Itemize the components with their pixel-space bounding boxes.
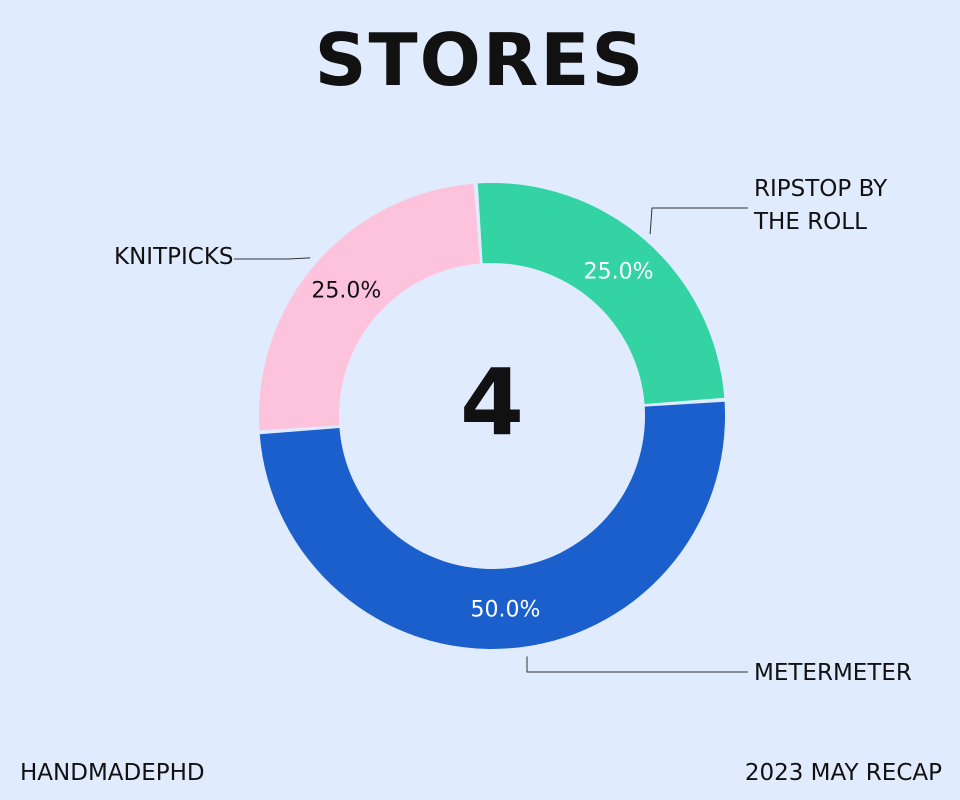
slice-label-metermeter: METERMETER bbox=[754, 660, 912, 686]
percent-label-knitpicks: 25.0% bbox=[311, 278, 381, 303]
leader-line-ripstop-by-the-roll bbox=[649, 207, 748, 235]
leader-line-knitpicks bbox=[234, 257, 311, 260]
slice-knitpicks bbox=[259, 183, 480, 431]
donut-chart: 25.0% RIPSTOP BY THE ROLL 50.0% METERMETER 25… bbox=[114, 176, 912, 686]
leader-line-metermeter bbox=[526, 656, 748, 673]
footer-brand: HANDMADEPHD bbox=[20, 760, 205, 786]
slice-label-ripstop-by-the-roll: RIPSTOP BY bbox=[754, 176, 888, 202]
slice-label-knitpicks: KNITPICKS bbox=[114, 244, 234, 270]
percent-label-ripstop-by-the-roll: 25.0% bbox=[584, 259, 654, 284]
footer-period: 2023 MAY RECAP bbox=[744, 760, 942, 786]
percent-label-metermeter: 50.0% bbox=[471, 598, 541, 623]
slice-label-ripstop-by-the-roll: THE ROLL bbox=[753, 209, 867, 235]
center-value: 4 bbox=[460, 349, 524, 456]
